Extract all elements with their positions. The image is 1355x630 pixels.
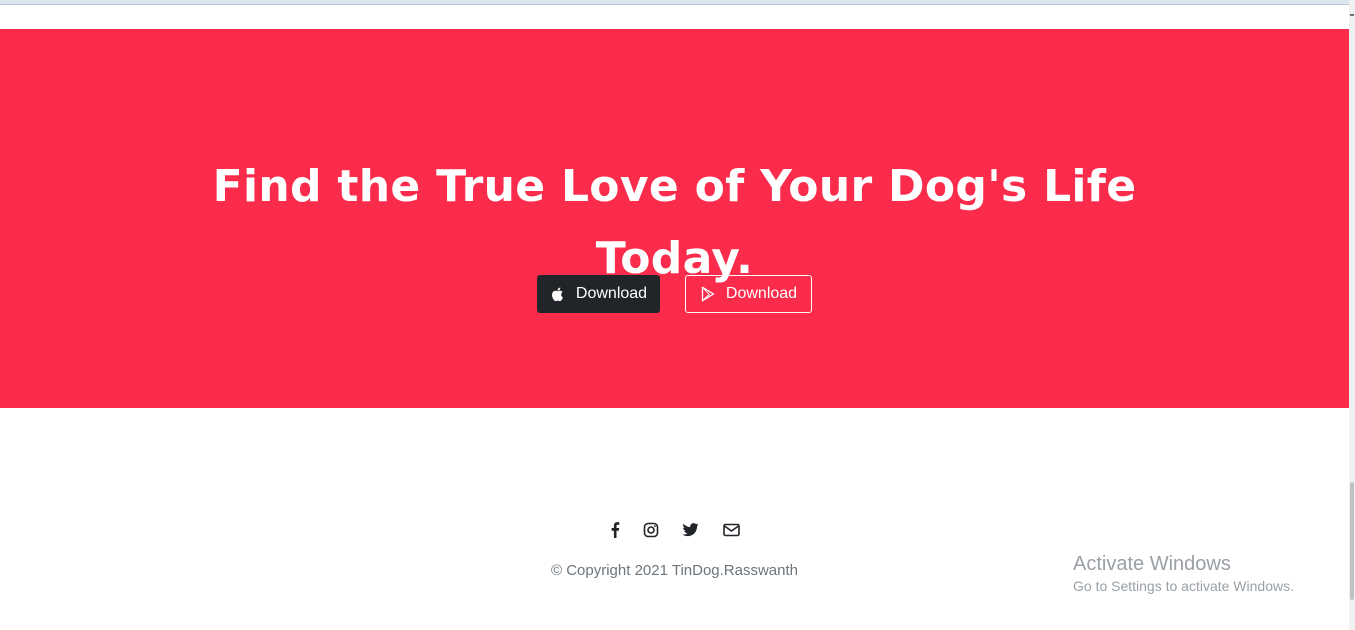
download-buttons: Download Download <box>0 275 1349 313</box>
facebook-icon[interactable] <box>606 521 624 539</box>
page: Find the True Love of Your Dog's Life To… <box>0 0 1349 630</box>
google-play-icon <box>700 286 716 302</box>
cta-section: Find the True Love of Your Dog's Life To… <box>0 29 1349 408</box>
instagram-icon[interactable] <box>642 521 660 539</box>
cta-heading-line-1: Find the True Love of Your Dog's Life <box>212 161 1137 212</box>
watermark-subtitle: Go to Settings to activate Windows. <box>1073 578 1294 594</box>
browser-viewport: Find the True Love of Your Dog's Life To… <box>0 0 1355 630</box>
cta-heading: Find the True Love of Your Dog's Life To… <box>0 151 1349 295</box>
apple-icon <box>550 286 566 302</box>
app-store-download-label: Download <box>575 285 648 302</box>
scrollbar-thumb[interactable] <box>1350 482 1354 600</box>
app-store-download-button[interactable]: Download <box>537 275 660 313</box>
envelope-icon[interactable] <box>722 521 740 539</box>
vertical-scrollbar[interactable] <box>1349 0 1355 630</box>
watermark-title: Activate Windows <box>1073 553 1231 575</box>
scrollbar-up-arrow[interactable] <box>1350 14 1354 16</box>
activate-windows-watermark: Activate Windows Go to Settings to activ… <box>1073 552 1294 596</box>
google-play-download-button[interactable]: Download <box>685 275 812 313</box>
social-links <box>0 521 1349 539</box>
twitter-icon[interactable] <box>681 521 699 539</box>
footer: © Copyright 2021 TinDog.Rasswanth <box>0 408 1349 630</box>
google-play-download-label: Download <box>725 285 798 302</box>
